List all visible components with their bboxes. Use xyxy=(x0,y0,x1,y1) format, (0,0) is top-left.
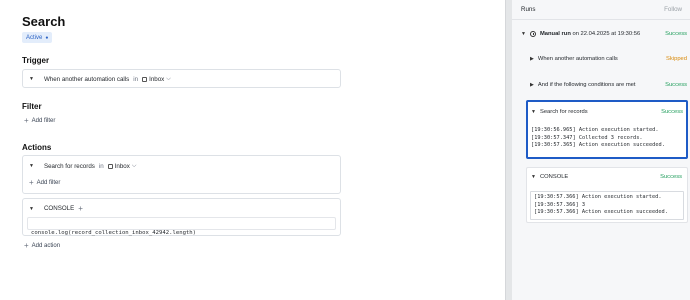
collapse-caret-icon[interactable]: ▼ xyxy=(29,163,34,169)
search-add-filter-button[interactable]: + Add filter xyxy=(29,178,61,187)
log-line: [19:30:57.366] 3 xyxy=(534,201,586,208)
trigger-card[interactable]: ▼ When another automation calls in Inbox… xyxy=(22,69,341,88)
plus-icon: + xyxy=(29,178,34,187)
status-badge[interactable]: Active ● xyxy=(22,32,53,43)
search-target-select[interactable]: Inbox ⌵ xyxy=(107,162,137,170)
collapse-caret-icon[interactable]: ▼ xyxy=(29,76,34,82)
run-step-status: Success xyxy=(660,174,682,180)
search-log: [19:30:56.965] Action execution started.… xyxy=(531,127,665,150)
code-prefix: console.log( xyxy=(31,230,72,236)
editor-panel: Search Active ● Trigger ▼ When another a… xyxy=(0,0,505,300)
log-line: [19:30:57.347] Collected 3 records. xyxy=(531,134,643,141)
expand-caret-icon[interactable]: ▶ xyxy=(530,82,534,88)
runs-header: Runs Follow xyxy=(512,0,690,20)
runs-panel: Runs Follow ▼ Manual run on 22.04.2025 a… xyxy=(512,0,690,300)
history-clock-icon xyxy=(529,31,536,37)
page-title: Search xyxy=(22,14,66,29)
trigger-in-label: in xyxy=(133,75,139,83)
collapse-caret-icon[interactable]: ▼ xyxy=(29,206,34,212)
filter-section-title: Filter xyxy=(22,102,42,111)
run-step-status: Skipped xyxy=(666,56,687,62)
run-type-label: Manual run xyxy=(539,31,571,37)
trigger-target-label: Inbox xyxy=(149,75,165,83)
log-line: [19:30:57.365] Action execution succeede… xyxy=(531,142,665,149)
runs-title: Runs xyxy=(521,6,536,13)
plus-icon[interactable]: + xyxy=(78,204,83,212)
automation-editor: Search Active ● Trigger ▼ When another a… xyxy=(0,0,690,300)
run-step-label: And if the following conditions are met xyxy=(537,82,636,88)
collapse-caret-icon[interactable]: ▼ xyxy=(521,31,526,37)
run-step-status: Success xyxy=(665,82,687,88)
actions-section-title: Actions xyxy=(22,143,52,152)
add-filter-label: Add filter xyxy=(31,118,56,124)
console-log: [19:30:57.366] Action execution started.… xyxy=(530,191,684,220)
log-line: [19:30:57.366] Action execution started. xyxy=(534,194,662,200)
run-status: Success xyxy=(665,31,687,37)
panel-resize-handle[interactable] xyxy=(505,0,512,300)
add-filter-button[interactable]: + Add filter xyxy=(24,116,56,125)
code-variable: record_collection_inbox_42942 xyxy=(71,230,170,236)
trigger-target-select[interactable]: Inbox ⌵ xyxy=(142,75,171,83)
code-suffix: .length) xyxy=(169,230,197,236)
run-step-status: Success xyxy=(661,109,683,115)
add-action-button[interactable]: + Add action xyxy=(24,241,61,250)
run-date-label: on 22.04.2025 at 19:30:56 xyxy=(572,31,641,37)
trigger-section-title: Trigger xyxy=(22,56,50,65)
log-line: [19:30:57.366] Action execution succeede… xyxy=(534,209,668,216)
plus-icon: + xyxy=(24,241,29,250)
collapse-caret-icon[interactable]: ▼ xyxy=(531,109,536,115)
chevron-down-icon: ⌵ xyxy=(166,75,171,82)
run-step-trigger[interactable]: ▶ When another automation calls Skipped xyxy=(530,56,687,62)
run-step-label: CONSOLE xyxy=(539,174,569,180)
inbox-icon xyxy=(142,76,148,82)
run-step-search[interactable]: ▼ Search for records Success [19:30:56.9… xyxy=(526,100,688,159)
status-dot-icon: ● xyxy=(45,34,49,41)
run-step-label: When another automation calls xyxy=(537,56,618,62)
search-add-filter-label: Add filter xyxy=(36,180,61,186)
trigger-label: When another automation calls xyxy=(43,75,130,83)
search-action-card[interactable]: ▼ Search for records in Inbox ⌵ + Add fi… xyxy=(22,155,341,194)
run-step-label: Search for records xyxy=(539,109,588,115)
collapse-caret-icon[interactable]: ▼ xyxy=(531,174,536,180)
inbox-icon xyxy=(107,163,113,169)
log-line: [19:30:56.965] Action execution started. xyxy=(531,127,659,133)
chevron-down-icon: ⌵ xyxy=(131,162,137,169)
follow-button[interactable]: Follow xyxy=(664,6,682,13)
search-action-in-label: in xyxy=(98,162,104,170)
plus-icon: + xyxy=(24,116,29,125)
console-action-label: CONSOLE xyxy=(43,205,75,212)
add-action-label: Add action xyxy=(31,243,61,249)
expand-caret-icon[interactable]: ▶ xyxy=(530,56,534,62)
run-item[interactable]: ▼ Manual run on 22.04.2025 at 19:30:56 S… xyxy=(521,31,687,37)
console-action-card[interactable]: ▼ CONSOLE + console.log(record_collectio… xyxy=(22,198,341,236)
run-step-conditions[interactable]: ▶ And if the following conditions are me… xyxy=(530,82,687,88)
search-target-label: Inbox xyxy=(114,162,130,170)
console-code-editor[interactable]: console.log(record_collection_inbox_4294… xyxy=(27,217,336,236)
status-badge-label: Active xyxy=(26,34,43,41)
run-step-console[interactable]: ▼ CONSOLE Success [19:30:57.366] Action … xyxy=(526,167,688,223)
search-action-label: Search for records xyxy=(43,162,95,170)
